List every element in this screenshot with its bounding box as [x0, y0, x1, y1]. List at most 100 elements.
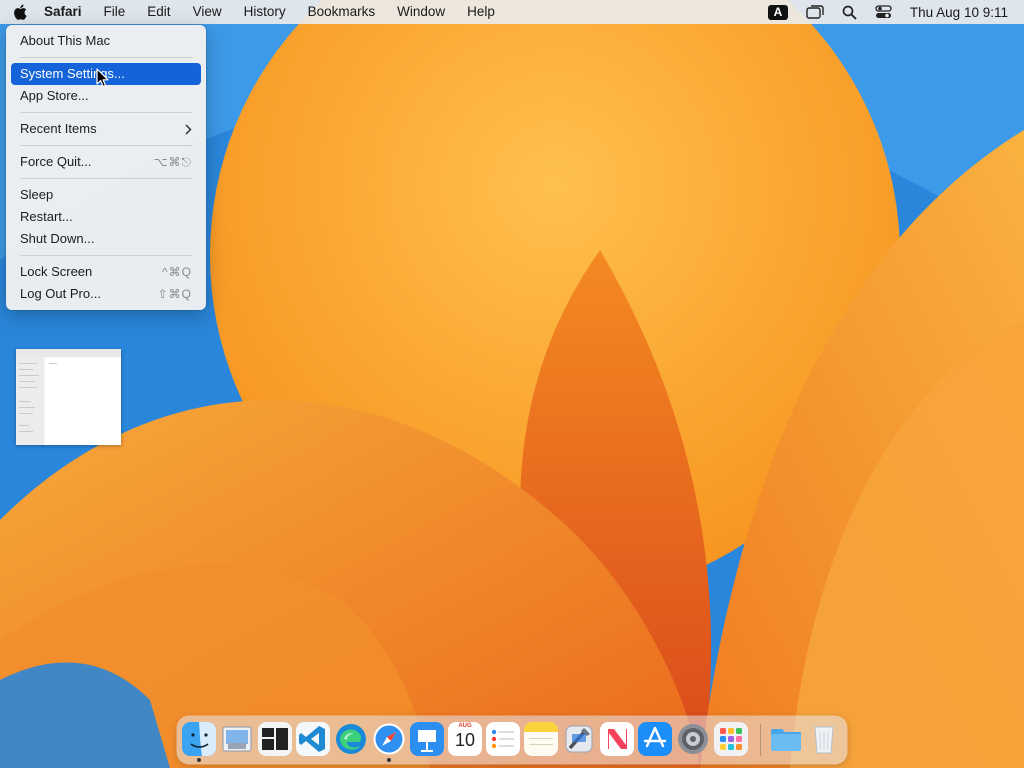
reminders-icon — [486, 722, 520, 756]
menu-item-lock-screen[interactable]: Lock Screen ^⌘Q — [11, 261, 201, 283]
dock-notes[interactable] — [524, 722, 558, 756]
thumbnail-titlebar — [16, 349, 121, 357]
menu-item-log-out[interactable]: Log Out Pro... ⇧⌘Q — [11, 283, 201, 305]
thumbnail-line — [19, 375, 39, 376]
notes-icon — [524, 722, 558, 756]
menu-separator — [20, 255, 192, 256]
menu-item-recent-items[interactable]: Recent Items — [11, 118, 201, 140]
dock-reminders[interactable] — [486, 722, 520, 756]
menu-item-shortcut: ⇧⌘Q — [157, 287, 192, 301]
dock-news[interactable] — [600, 722, 634, 756]
menu-item-label: App Store... — [20, 88, 89, 103]
mouse-cursor-icon — [96, 68, 109, 88]
thumbnail-line — [19, 381, 35, 382]
window-manager-icon — [258, 722, 292, 756]
dock-launchpad[interactable] — [714, 722, 748, 756]
menu-item-about-this-mac[interactable]: About This Mac — [11, 30, 201, 52]
menu-bar: Safari File Edit View History Bookmarks … — [0, 0, 1024, 24]
trash-icon — [814, 726, 834, 754]
menu-item-shortcut: ^⌘Q — [162, 265, 192, 279]
thumbnail-line — [19, 431, 33, 432]
menu-item-label: Restart... — [20, 209, 73, 224]
thumbnail-line — [49, 363, 57, 364]
calendar-day: 10 — [454, 730, 476, 750]
menu-separator — [20, 145, 192, 146]
dock-edge[interactable] — [334, 722, 368, 756]
control-center-button[interactable] — [875, 0, 892, 24]
edge-icon — [336, 724, 366, 754]
desktop-window-thumbnail[interactable] — [16, 349, 121, 445]
screen-mirroring-icon — [806, 5, 824, 19]
xcode-icon — [565, 725, 593, 753]
thumbnail-line — [19, 363, 37, 364]
thumbnail-line — [19, 401, 31, 402]
dock-vscode[interactable] — [296, 722, 330, 756]
dock-divider — [760, 724, 761, 756]
dock-safari[interactable] — [372, 722, 406, 756]
menu-item-label: About This Mac — [20, 33, 111, 48]
downloads-folder-icon — [771, 729, 801, 751]
menu-item-label: Log Out Pro... — [20, 286, 101, 301]
thumbnail-line — [19, 369, 33, 370]
finder-running-indicator — [197, 758, 201, 762]
menu-item-label: Recent Items — [20, 121, 97, 136]
vscode-icon — [296, 722, 330, 756]
dock-system-settings[interactable] — [676, 722, 710, 756]
dock-keynote[interactable] — [410, 722, 444, 756]
thumbnail-line — [19, 407, 35, 408]
dock-window-manager[interactable] — [258, 722, 292, 756]
chevron-right-icon — [185, 123, 192, 135]
thumbnail-line — [19, 425, 29, 426]
dock-downloads-folder[interactable] — [769, 722, 803, 756]
news-icon — [600, 722, 634, 756]
app-store-icon — [638, 722, 672, 756]
menu-item-label: Lock Screen — [20, 264, 93, 279]
input-source-button[interactable]: A — [767, 0, 788, 24]
safari-running-indicator — [387, 758, 391, 762]
dock-finder[interactable] — [182, 722, 216, 756]
menu-item-restart[interactable]: Restart... — [11, 206, 201, 228]
launchpad-icon — [714, 722, 748, 756]
menu-item-app-store[interactable]: App Store... — [11, 85, 201, 107]
menu-item-label: Sleep — [20, 187, 54, 202]
safari-icon — [373, 723, 405, 755]
menu-window[interactable]: Window — [386, 0, 456, 24]
menu-history[interactable]: History — [233, 0, 297, 24]
search-icon — [842, 5, 857, 19]
menu-item-label: Shut Down... — [20, 231, 95, 246]
dock-app-store[interactable] — [638, 722, 672, 756]
menu-separator — [20, 112, 192, 113]
screen-mirroring-button[interactable] — [806, 0, 824, 24]
calendar-month: AUG — [458, 723, 472, 729]
apple-logo-icon — [14, 4, 27, 20]
menu-item-label: Force Quit... — [20, 154, 92, 169]
menu-separator — [20, 178, 192, 179]
menu-app-name[interactable]: Safari — [40, 0, 93, 24]
dock-preview[interactable] — [220, 722, 254, 756]
preview-icon — [222, 726, 252, 752]
menu-help[interactable]: Help — [456, 0, 506, 24]
finder-icon — [182, 722, 216, 756]
thumbnail-line — [19, 413, 33, 414]
menu-item-sleep[interactable]: Sleep — [11, 184, 201, 206]
input-source-badge: A — [767, 4, 788, 20]
dock-calendar[interactable]: AUG 10 — [448, 722, 482, 756]
apple-menu-button[interactable] — [0, 0, 40, 24]
dock-xcode[interactable] — [562, 722, 596, 756]
menu-bar-clock[interactable]: Thu Aug 10 9:11 — [910, 5, 1008, 20]
system-settings-icon — [678, 724, 708, 754]
menu-bookmarks[interactable]: Bookmarks — [297, 0, 387, 24]
menu-item-force-quit[interactable]: Force Quit... ⌥⌘⎋ — [11, 151, 201, 173]
thumbnail-line — [19, 387, 37, 388]
menu-item-shortcut: ⌥⌘⎋ — [153, 155, 192, 169]
dock-trash[interactable] — [807, 722, 841, 756]
dock: AUG 10 — [177, 716, 847, 764]
menu-view[interactable]: View — [182, 0, 233, 24]
menu-file[interactable]: File — [93, 0, 137, 24]
menu-edit[interactable]: Edit — [136, 0, 181, 24]
spotlight-button[interactable] — [842, 0, 857, 24]
control-center-icon — [875, 5, 892, 18]
menu-separator — [20, 57, 192, 58]
menu-item-shut-down[interactable]: Shut Down... — [11, 228, 201, 250]
keynote-icon — [410, 722, 444, 756]
